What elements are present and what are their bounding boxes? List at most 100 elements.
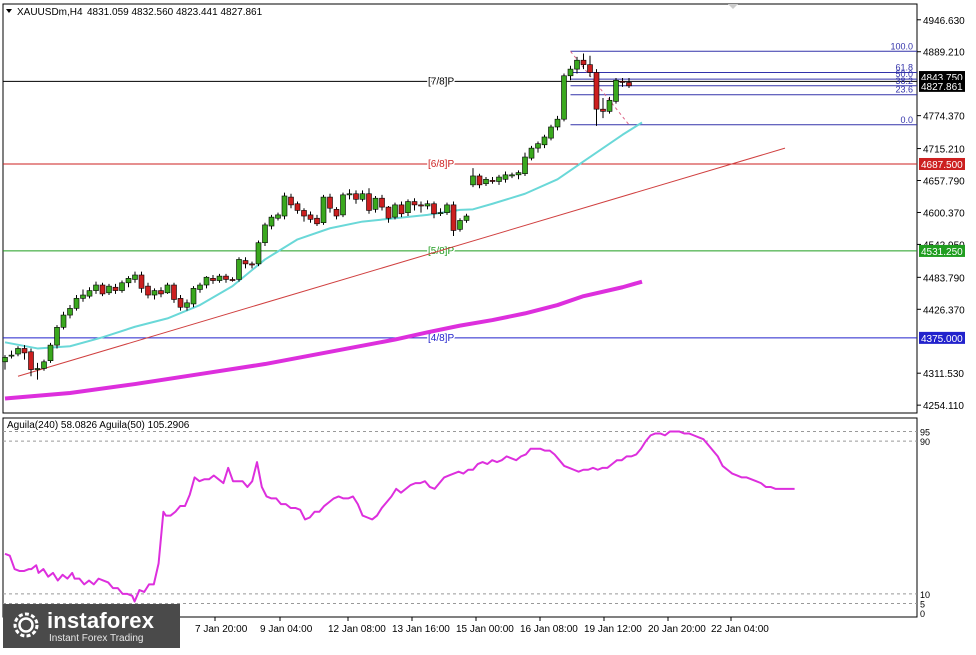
- candle-body: [626, 82, 632, 87]
- price-tick-label: 4600.370: [923, 208, 965, 219]
- murrey-label: [7/8]P: [428, 76, 454, 87]
- murrey-axis-label: 4531.250: [921, 247, 963, 258]
- time-tick-label: 12 Jan 08:00: [328, 624, 386, 635]
- price-tick-label: 4483.790: [923, 273, 965, 284]
- instaforex-gear-icon: [13, 612, 39, 638]
- candle-body: [515, 172, 522, 176]
- murrey-axis-label: 4687.500: [921, 160, 963, 171]
- candle-body: [548, 126, 554, 139]
- candle-body: [229, 279, 236, 281]
- candle-body: [288, 196, 294, 206]
- logo-tagline: Instant Forex Trading: [49, 633, 144, 644]
- candle-body: [80, 294, 86, 299]
- candle-body: [437, 212, 444, 214]
- candle-body: [385, 206, 392, 219]
- candle-body: [216, 275, 223, 281]
- price-tick-label: 4946.630: [923, 16, 965, 27]
- candle-body: [236, 259, 242, 280]
- candle-body: [444, 204, 450, 213]
- candle-body: [509, 174, 515, 177]
- price-tick-label: 4774.370: [923, 112, 965, 123]
- candle-body: [210, 278, 216, 281]
- candle-body: [132, 274, 138, 280]
- candle-body: [366, 193, 372, 211]
- candle-body: [203, 276, 210, 286]
- fib-level-label: 0.0: [900, 115, 913, 125]
- candle-body: [28, 351, 34, 370]
- candle-body: [561, 75, 567, 120]
- candle-body: [151, 290, 158, 296]
- oscillator-tick-label: 0: [920, 609, 925, 619]
- price-tick-label: 4715.210: [923, 145, 965, 156]
- candle-body: [119, 282, 125, 291]
- time-tick-label: 13 Jan 16:00: [392, 624, 450, 635]
- time-tick-label: 20 Jan 20:00: [648, 624, 706, 635]
- candle-body: [587, 64, 593, 73]
- candle-body: [392, 204, 398, 218]
- time-tick-label: 15 Jan 00:00: [456, 624, 514, 635]
- murrey-label: [4/8]P: [428, 333, 454, 344]
- candle-body: [379, 197, 385, 208]
- main-pane: [2, 3, 918, 414]
- candle-body: [21, 348, 28, 354]
- oscillator-tick-label: 5: [920, 599, 925, 609]
- fib-level-label: 23.6: [895, 85, 913, 95]
- candle-body: [619, 81, 626, 83]
- trading-chart[interactable]: 4946.630 4889.210 4774.370 4715.210 4657.790…: [0, 0, 976, 650]
- candle-body: [359, 193, 366, 200]
- time-tick-label: 22 Jan 04:00: [711, 624, 769, 635]
- candle-body: [41, 361, 47, 369]
- candle-body: [567, 68, 574, 77]
- candle-body: [327, 196, 333, 209]
- candle-body: [54, 327, 60, 346]
- candle-body: [424, 203, 431, 207]
- logo-name: instaforex: [47, 608, 155, 633]
- candle-body: [502, 174, 509, 180]
- candle-body: [496, 176, 502, 182]
- candle-body: [457, 220, 463, 230]
- candle-body: [528, 147, 535, 159]
- candle-body: [418, 204, 424, 207]
- time-tick-label: 9 Jan 04:00: [260, 624, 313, 635]
- candle-body: [262, 224, 268, 244]
- candle-body: [320, 196, 327, 223]
- murrey-label: [6/8]P: [428, 159, 454, 170]
- candle-body: [73, 298, 80, 309]
- oscillator-legend: Aguila(240) 58.0826 Aguila(50) 105.2906: [7, 420, 190, 431]
- candle-body: [574, 59, 580, 70]
- candle-body: [249, 263, 255, 266]
- price-tick-label: 4657.790: [923, 177, 965, 188]
- candle-body: [340, 194, 346, 216]
- candle-body: [600, 108, 606, 112]
- candle-body: [164, 284, 171, 294]
- candle-body: [177, 298, 184, 308]
- candle-body: [112, 286, 119, 291]
- candle-body: [99, 284, 106, 295]
- candle-body: [8, 354, 15, 357]
- candle-body: [463, 215, 470, 221]
- candle-body: [353, 193, 359, 200]
- candle-body: [476, 175, 483, 186]
- candle-body: [223, 275, 229, 280]
- candle-body: [47, 344, 54, 361]
- candle-body: [255, 242, 262, 265]
- candle-body: [405, 201, 411, 213]
- candle-body: [554, 118, 561, 128]
- oscillator-pane: [2, 417, 918, 618]
- candle-body: [580, 59, 587, 65]
- murrey-axis-label: 4375.000: [921, 334, 963, 345]
- candle-body: [522, 156, 528, 175]
- price-badge-label: 4827.861: [921, 82, 963, 93]
- price-tick-label: 4254.110: [923, 401, 964, 412]
- candle-body: [145, 285, 151, 296]
- candle-body: [470, 175, 476, 186]
- time-tick-label: 19 Jan 12:00: [584, 624, 642, 635]
- chart-window: 4946.630 4889.210 4774.370 4715.210 4657.790…: [0, 0, 976, 650]
- candle-body: [307, 214, 314, 220]
- candle-body: [333, 209, 340, 217]
- price-tick-label: 4426.370: [923, 305, 965, 316]
- candle-body: [138, 274, 145, 289]
- candle-body: [2, 357, 8, 363]
- oscillator-tick-label: 10: [920, 590, 930, 600]
- candle-body: [411, 201, 418, 206]
